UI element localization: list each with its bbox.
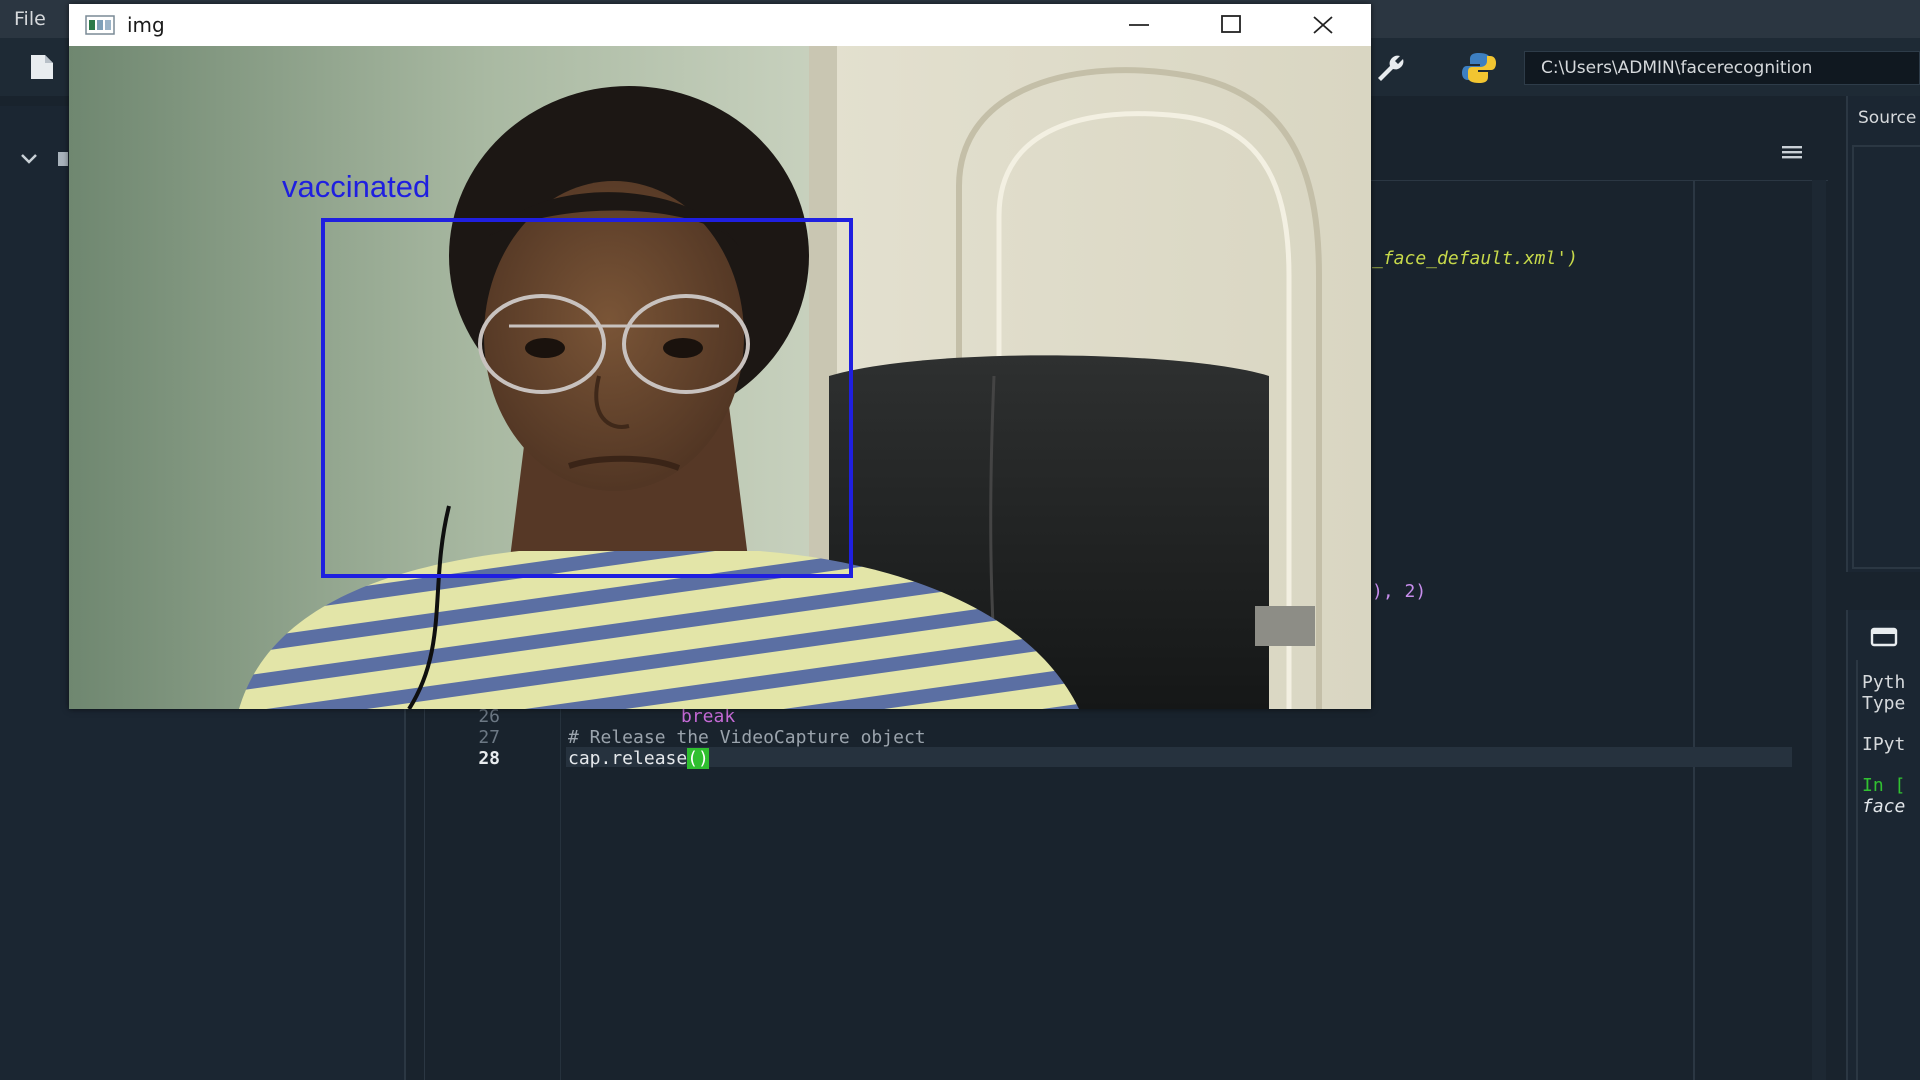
window-title: img [127,13,165,37]
matched-paren: () [687,748,709,769]
code-line: # Release the VideoCapture object [568,727,926,748]
maximize-icon[interactable] [1185,4,1277,46]
console-line: Type [1862,693,1906,714]
opencv-image-window[interactable]: img vaccinated [69,4,1371,709]
chevron-down-icon[interactable] [18,148,40,170]
help-pane-content [1852,145,1920,569]
face [484,181,744,491]
menu-file[interactable]: File [14,8,46,30]
line-number: 26 [478,706,500,727]
code-partial-line: _face_default.xml') [1372,248,1578,269]
console-prompt: In [ [1862,775,1906,796]
code-partial-line: ), 2) [1372,581,1427,602]
line-number: 27 [478,727,500,748]
python-icon[interactable] [1460,50,1498,86]
left-eye [525,338,565,358]
detection-label: vaccinated [282,169,430,204]
edge-line [1693,180,1695,1080]
right-eye [663,338,703,358]
code-line: break [681,706,736,727]
console-tab-icon[interactable] [1870,627,1898,647]
options-menu-icon[interactable] [1780,144,1804,160]
current-line-highlight [566,747,1792,767]
pane-toggle-icon[interactable] [58,152,68,166]
close-icon[interactable] [1277,4,1369,46]
editor-scrollbar[interactable] [1812,180,1826,1080]
line-number-active: 28 [478,748,500,769]
console-line: IPyt [1862,734,1906,755]
new-file-icon[interactable] [29,53,55,81]
code-line: cap.release() [568,748,709,769]
webcam-frame: vaccinated [69,46,1371,709]
source-label[interactable]: Source [1858,108,1916,128]
app-window-icon [85,15,115,35]
wrench-icon[interactable] [1372,50,1406,84]
console-output[interactable] [1856,660,1920,1080]
window-title-bar[interactable]: img [69,4,1371,47]
working-directory-input[interactable]: C:\Users\ADMIN\facerecognition [1524,51,1920,85]
code-token: cap.release [568,748,688,769]
chair-armrest [1255,606,1315,646]
webcam-image: vaccinated [69,46,1371,709]
minimize-icon[interactable] [1093,4,1185,46]
console-line: face [1862,796,1906,817]
console-line: Pyth [1862,672,1906,693]
